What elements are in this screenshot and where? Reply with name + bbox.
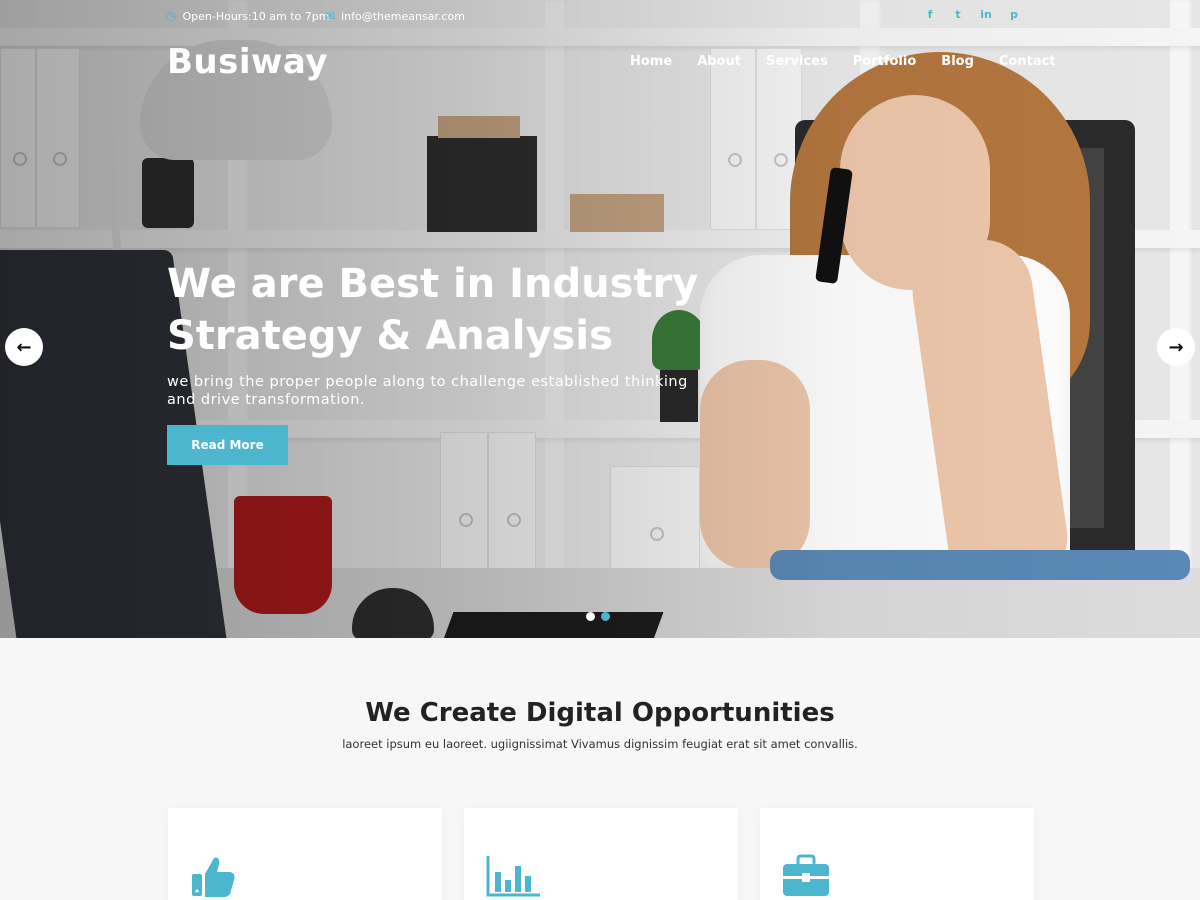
contact-email[interactable]: ✉ info@themeansar.com: [325, 9, 465, 23]
nav-blog[interactable]: Blog: [941, 54, 974, 69]
hero-subtitle-line-1: we bring the proper people along to chal…: [167, 374, 688, 390]
pinterest-icon[interactable]: p: [1008, 8, 1020, 21]
opening-hours-text: Open-Hours:10 am to 7pm: [182, 9, 330, 23]
envelope-icon: ✉: [325, 9, 336, 23]
hero-title-line-2: Strategy & Analysis: [167, 313, 613, 359]
clock-icon: ◷: [166, 9, 177, 23]
hero-subtitle-line-2: and drive transformation.: [167, 392, 366, 408]
nav-contact[interactable]: Contact: [999, 54, 1056, 69]
twitter-icon[interactable]: t: [952, 8, 964, 21]
briefcase-icon: [783, 854, 829, 896]
slider-dots: [586, 612, 610, 621]
social-links: f t in p: [924, 8, 1020, 21]
bar-chart-icon: [486, 856, 540, 897]
facebook-icon[interactable]: f: [924, 8, 936, 21]
hero-subtitle: we bring the proper people along to chal…: [167, 373, 727, 409]
section-subtitle: laoreet ipsum eu laoreet. ugiignissimat …: [342, 737, 858, 751]
feature-card[interactable]: [760, 808, 1034, 900]
email-text[interactable]: info@themeansar.com: [341, 10, 465, 23]
read-more-button[interactable]: Read More: [167, 425, 288, 465]
slider-prev-arrow-icon[interactable]: ←: [5, 328, 43, 366]
site-logo[interactable]: Busiway: [167, 42, 328, 82]
hero-title: We are Best in Industry Strategy & Analy…: [167, 258, 767, 362]
linkedin-icon[interactable]: in: [980, 8, 992, 21]
thumbs-up-icon: [192, 857, 235, 897]
section-title: We Create Digital Opportunities: [365, 698, 835, 728]
nav-services[interactable]: Services: [766, 54, 828, 69]
slider-next-arrow-icon[interactable]: →: [1157, 328, 1195, 366]
slider-dot-1[interactable]: [586, 612, 595, 621]
nav-portfolio[interactable]: Portfolio: [853, 54, 917, 69]
nav-home[interactable]: Home: [630, 54, 672, 69]
opening-hours: ◷ Open-Hours:10 am to 7pm: [166, 9, 329, 23]
nav-about[interactable]: About: [697, 54, 741, 69]
hero-slider: ◷ Open-Hours:10 am to 7pm ✉ info@themean…: [0, 0, 1200, 638]
feature-card[interactable]: [464, 808, 738, 900]
slider-dot-2[interactable]: [601, 612, 610, 621]
top-bar: ◷ Open-Hours:10 am to 7pm ✉ info@themean…: [0, 0, 1200, 32]
feature-card[interactable]: [168, 808, 442, 900]
main-nav: Home About Services Portfolio Blog Conta…: [630, 54, 1056, 69]
hero-title-line-1: We are Best in Industry: [167, 261, 699, 307]
